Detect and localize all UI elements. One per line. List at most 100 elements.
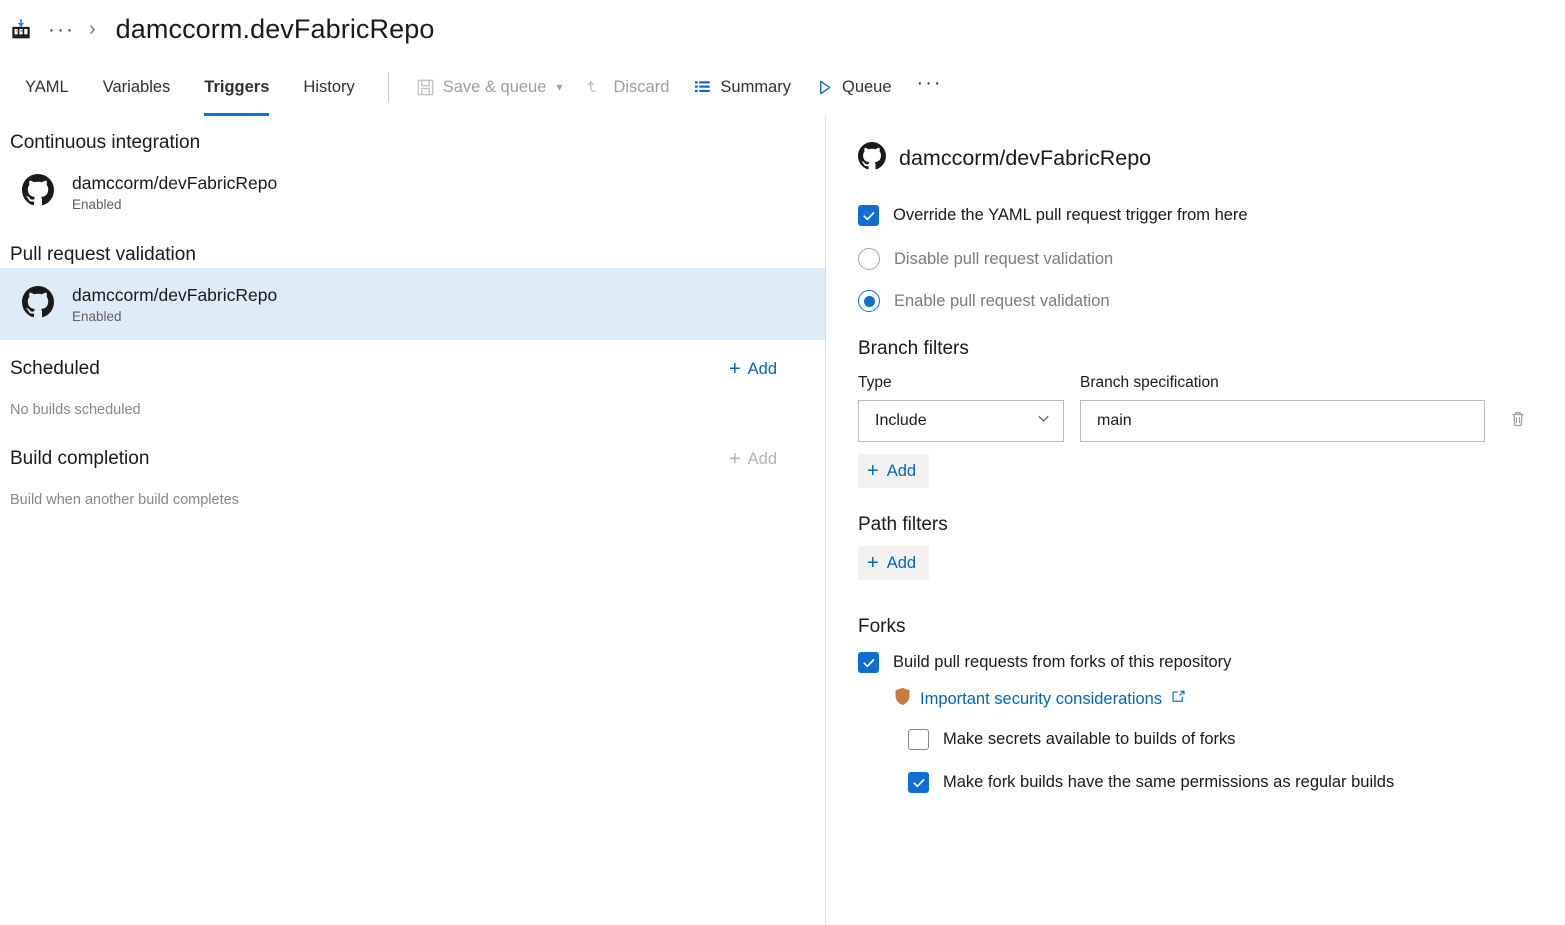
fork-builds-permissions-checkbox[interactable]: Make fork builds have the same permissio…	[908, 772, 1535, 793]
make-secrets-available-label: Make secrets available to builds of fork…	[943, 730, 1236, 749]
build-completion-add-label: Add	[748, 450, 777, 469]
toolbar-divider	[388, 72, 389, 102]
radio-selected-icon	[858, 290, 880, 312]
summary-button[interactable]: Summary	[682, 72, 802, 103]
discard-label: Discard	[613, 78, 669, 97]
branch-filter-add-label: Add	[887, 462, 916, 481]
trigger-item-state: Enabled	[72, 309, 277, 324]
branch-filter-type-col: Type Include	[858, 374, 1064, 442]
save-and-queue-label: Save & queue	[443, 78, 547, 97]
toolbar-more-button[interactable]: ···	[905, 73, 955, 101]
path-filter-add-button[interactable]: + Add	[858, 546, 929, 580]
branch-filter-spec-col: Branch specification	[1080, 374, 1485, 442]
toolbar-actions: Save & queue ▾ Discard	[405, 58, 955, 116]
build-from-forks-checkbox[interactable]: Build pull requests from forks of this r…	[858, 652, 1535, 673]
branch-filter-row: Type Include Branch specification	[858, 374, 1535, 442]
path-filter-add-label: Add	[887, 554, 916, 573]
toolbar: YAML Variables Triggers History Save & q…	[0, 58, 1565, 116]
plus-icon: +	[729, 359, 741, 379]
section-build-completion: Build completion + Add	[0, 418, 825, 474]
trash-icon	[1508, 409, 1528, 434]
checkbox-checked-icon	[908, 772, 929, 793]
branch-filter-type-label: Type	[858, 374, 1064, 392]
checkbox-unchecked-icon	[908, 729, 929, 750]
fork-builds-permissions-label: Make fork builds have the same permissio…	[943, 773, 1394, 792]
tab-triggers-label: Triggers	[204, 78, 269, 97]
undo-icon	[586, 78, 605, 97]
pipeline-icon	[8, 16, 34, 42]
build-completion-empty-text: Build when another build completes	[0, 474, 825, 508]
section-pull-request-validation-heading: Pull request validation	[0, 228, 825, 268]
trigger-item-name: damccorm/devFabricRepo	[72, 285, 277, 306]
branch-filter-type-select[interactable]: Include	[858, 400, 1064, 442]
tab-variables-label: Variables	[103, 78, 171, 97]
main-content: Continuous integration damccorm/devFabri…	[0, 116, 1565, 925]
chevron-down-icon[interactable]: ▾	[556, 80, 562, 94]
tab-history-label: History	[303, 78, 354, 97]
github-icon	[22, 286, 54, 323]
tab-triggers[interactable]: Triggers	[187, 58, 286, 116]
trigger-item-continuous-integration[interactable]: damccorm/devFabricRepo Enabled	[0, 156, 825, 228]
section-scheduled-heading: Scheduled	[10, 358, 100, 380]
tab-yaml-label: YAML	[25, 78, 69, 97]
override-yaml-trigger-checkbox[interactable]: Override the YAML pull request trigger f…	[858, 205, 1535, 226]
external-link-icon	[1171, 689, 1186, 709]
build-from-forks-label: Build pull requests from forks of this r…	[893, 653, 1231, 672]
play-icon	[815, 78, 834, 97]
details-title: damccorm/devFabricRepo	[858, 142, 1535, 175]
discard-button[interactable]: Discard	[575, 72, 680, 103]
plus-icon: +	[729, 449, 741, 469]
trigger-details-panel: damccorm/devFabricRepo Override the YAML…	[826, 116, 1565, 925]
list-icon	[693, 78, 712, 97]
section-continuous-integration-heading: Continuous integration	[0, 116, 825, 156]
radio-disable-pull-request-validation[interactable]: Disable pull request validation	[858, 248, 1535, 270]
page-title: damccorm.devFabricRepo	[116, 14, 435, 45]
security-considerations-link[interactable]: Important security considerations	[920, 690, 1162, 709]
plus-icon: +	[867, 553, 879, 573]
branch-filter-spec-label: Branch specification	[1080, 374, 1485, 392]
build-completion-add-button[interactable]: + Add	[723, 446, 783, 472]
breadcrumb-overflow[interactable]: ···	[42, 19, 81, 40]
branch-filter-delete-button[interactable]	[1501, 400, 1535, 442]
scheduled-empty-text: No builds scheduled	[0, 384, 825, 418]
security-considerations-row: Important security considerations	[894, 687, 1535, 711]
override-yaml-trigger-label: Override the YAML pull request trigger f…	[893, 206, 1248, 225]
branch-filter-type-value: Include	[875, 412, 927, 430]
save-icon	[416, 78, 435, 97]
radio-disable-label: Disable pull request validation	[894, 250, 1113, 269]
branch-filter-add-button[interactable]: + Add	[858, 454, 929, 488]
section-build-completion-heading: Build completion	[10, 448, 149, 470]
radio-enable-label: Enable pull request validation	[894, 292, 1110, 311]
trigger-item-pull-request-validation[interactable]: damccorm/devFabricRepo Enabled	[0, 268, 825, 340]
trigger-item-text: damccorm/devFabricRepo Enabled	[72, 285, 277, 324]
triggers-list-panel: Continuous integration damccorm/devFabri…	[0, 116, 826, 925]
github-icon	[22, 174, 54, 211]
path-filters-heading: Path filters	[858, 514, 1535, 536]
make-secrets-available-checkbox[interactable]: Make secrets available to builds of fork…	[908, 729, 1535, 750]
section-scheduled: Scheduled + Add	[0, 340, 825, 384]
details-title-text: damccorm/devFabricRepo	[899, 146, 1151, 171]
trigger-item-state: Enabled	[72, 197, 277, 212]
radio-enable-pull-request-validation[interactable]: Enable pull request validation	[858, 290, 1535, 312]
queue-button[interactable]: Queue	[804, 72, 903, 103]
branch-filters-heading: Branch filters	[858, 338, 1535, 360]
checkbox-checked-icon	[858, 205, 879, 226]
tab-history[interactable]: History	[286, 58, 371, 116]
breadcrumb-separator-icon: ›	[89, 18, 96, 41]
queue-label: Queue	[842, 78, 892, 97]
tab-yaml[interactable]: YAML	[8, 58, 86, 116]
tab-variables[interactable]: Variables	[86, 58, 188, 116]
trigger-item-text: damccorm/devFabricRepo Enabled	[72, 173, 277, 212]
summary-label: Summary	[720, 78, 791, 97]
branch-specification-input[interactable]	[1080, 400, 1485, 442]
forks-heading: Forks	[858, 616, 1535, 638]
shield-icon	[894, 687, 911, 711]
plus-icon: +	[867, 461, 879, 481]
save-and-queue-button[interactable]: Save & queue ▾	[405, 72, 574, 103]
checkbox-checked-icon	[858, 652, 879, 673]
breadcrumb: ··· › damccorm.devFabricRepo	[0, 0, 1565, 58]
scheduled-add-button[interactable]: + Add	[723, 356, 783, 382]
tab-list: YAML Variables Triggers History	[8, 58, 372, 116]
github-icon	[858, 142, 886, 175]
radio-unselected-icon	[858, 248, 880, 270]
